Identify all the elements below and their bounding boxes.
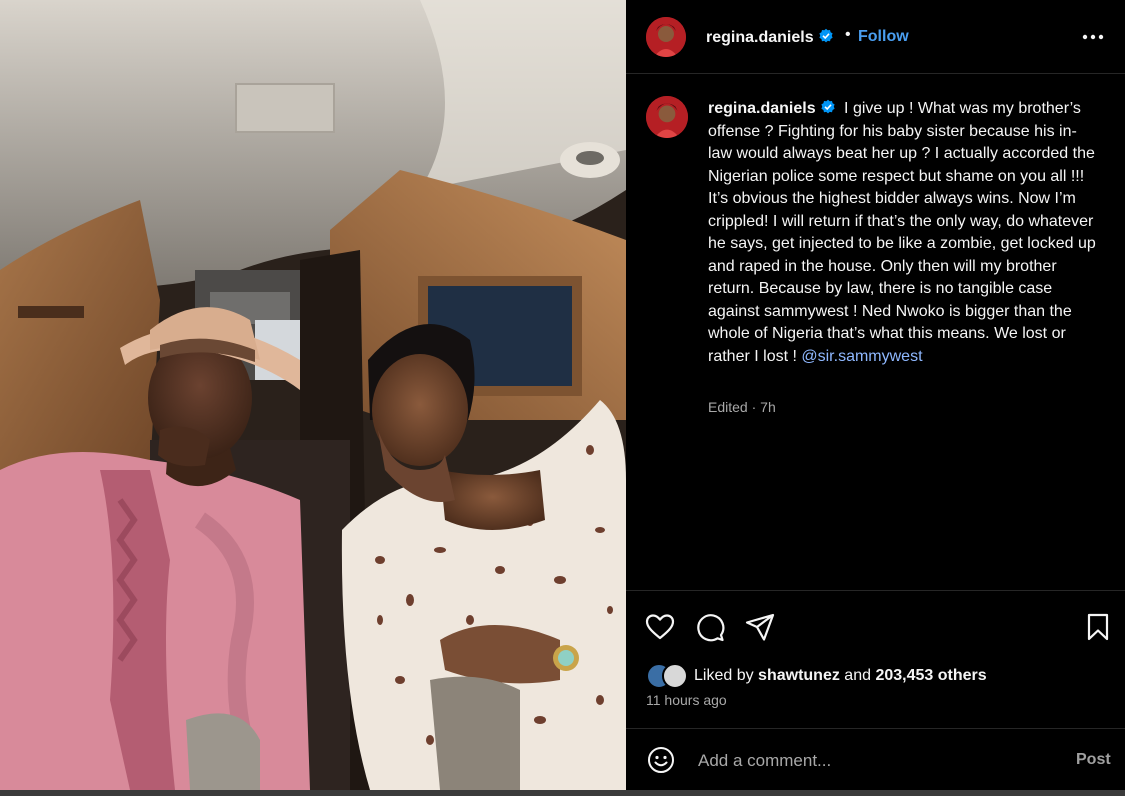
comment-input[interactable] <box>696 747 1060 775</box>
bottom-strip <box>0 790 1125 796</box>
header-username[interactable]: regina.daniels <box>706 28 834 47</box>
edited-label: Edited <box>708 399 748 415</box>
comment-bubble-icon[interactable] <box>694 611 726 643</box>
avatar[interactable] <box>646 17 686 57</box>
liked-by-prefix: Liked by <box>694 667 754 684</box>
follow-button[interactable]: Follow <box>858 28 909 46</box>
header-username-text[interactable]: regina.daniels <box>706 29 814 46</box>
liked-by-others[interactable]: 203,453 others <box>875 667 986 684</box>
post-timestamp[interactable]: 11 hours ago <box>646 692 727 708</box>
more-horizontal-icon[interactable] <box>1078 24 1108 50</box>
bookmark-icon[interactable] <box>1082 611 1114 643</box>
liked-by-and: and <box>844 667 871 684</box>
edited-time[interactable]: 7h <box>760 399 776 415</box>
likes-text: Liked by shawtunez and 203,453 others <box>694 667 987 685</box>
caption-username[interactable]: regina.daniels <box>708 100 816 117</box>
post-details-panel: regina.daniels • Follow regina.daniels I… <box>626 0 1125 790</box>
caption-text-block: regina.daniels I give up ! What was my b… <box>708 98 1100 368</box>
actions-section: Liked by shawtunez and 203,453 others 11… <box>626 590 1125 728</box>
smiley-face-icon[interactable] <box>646 745 676 775</box>
liker-avatar <box>662 663 688 689</box>
edited-timestamp: Edited · 7h <box>708 399 776 415</box>
add-comment-section: Post <box>626 728 1125 790</box>
caption-avatar[interactable] <box>646 96 688 138</box>
verified-badge-icon <box>819 28 833 43</box>
post-comment-button[interactable]: Post <box>1076 751 1111 769</box>
post-photo[interactable] <box>0 0 626 790</box>
header-separator: • <box>845 26 851 43</box>
post-image <box>0 0 626 790</box>
likes-summary: Liked by shawtunez and 203,453 others <box>646 663 1116 689</box>
paper-plane-icon[interactable] <box>744 611 776 643</box>
verified-badge-icon <box>820 99 835 114</box>
post-header: regina.daniels • Follow <box>626 0 1125 74</box>
caption-body: I give up ! What was my brother’s offens… <box>708 100 1096 365</box>
liked-by-user[interactable]: shawtunez <box>758 667 840 684</box>
edited-separator: · <box>751 399 757 415</box>
caption-mention-link[interactable]: @sir.sammywest <box>801 348 922 365</box>
heart-icon[interactable] <box>644 611 676 643</box>
